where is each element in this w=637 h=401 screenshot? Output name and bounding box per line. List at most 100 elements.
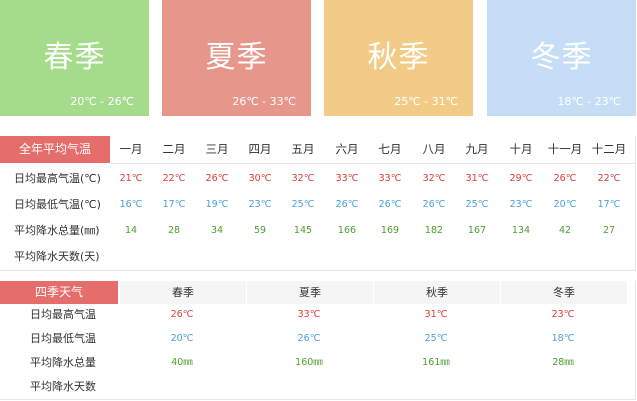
season-cell: 18℃ — [551, 333, 575, 344]
month-header: 九月 — [465, 142, 489, 156]
annual-cell: 27 — [602, 225, 616, 236]
season-card-range: 18℃ - 23℃ — [557, 95, 621, 108]
annual-temperature-table: 全年平均气温 一月 二月 三月 四月 五月 六月 七月 八月 九月 十月 十一月 十二月日均最高气温(… — [0, 136, 636, 271]
month-header: 七月 — [378, 142, 402, 156]
month-header: 三月 — [205, 142, 229, 156]
annual-cell: 16℃ — [119, 199, 143, 210]
annual-cell: 182 — [424, 225, 444, 236]
annual-cell: 59 — [253, 225, 267, 236]
season-row-label: 平均降水总量 — [30, 356, 96, 369]
annual-row-label: 平均降水天数(天) — [14, 250, 100, 263]
annual-cell — [239, 244, 281, 270]
season-cell: 26℃ — [170, 309, 194, 320]
season-column-header: 春季 — [119, 281, 246, 304]
season-cell: 20℃ — [170, 333, 194, 344]
annual-cell — [500, 244, 542, 270]
annual-cell: 134 — [511, 225, 531, 236]
season-row-label: 日均最高气温 — [30, 308, 96, 321]
season-row-label: 日均最低气温 — [30, 332, 96, 345]
season-cell: 161㎜ — [422, 357, 450, 368]
season-row-label: 平均降水天数 — [30, 380, 96, 393]
annual-cell: 26℃ — [335, 199, 359, 210]
season-card-range: 20℃ - 26℃ — [70, 95, 134, 108]
annual-cell — [282, 244, 324, 270]
annual-cell: 32℃ — [422, 173, 446, 184]
month-header: 一月 — [119, 142, 143, 156]
annual-cell: 28 — [167, 225, 181, 236]
season-column-header: 夏季 — [246, 281, 373, 304]
month-header: 八月 — [422, 142, 446, 156]
annual-cell: 29℃ — [509, 173, 533, 184]
annual-cell: 14 — [124, 225, 138, 236]
season-card-name: 冬季 — [530, 40, 593, 75]
season-card-range: 25℃ - 31℃ — [394, 95, 458, 108]
season-card[interactable]: 冬季 18℃ - 23℃ — [487, 0, 636, 116]
annual-cell: 26℃ — [422, 199, 446, 210]
annual-cell: 20℃ — [553, 199, 577, 210]
season-cell: 23℃ — [551, 309, 575, 320]
season-column-header: 冬季 — [500, 281, 627, 304]
annual-cell: 22℃ — [597, 173, 621, 184]
season-cell: 26℃ — [297, 333, 321, 344]
annual-cell — [544, 244, 586, 270]
season-cell: 31℃ — [424, 309, 448, 320]
annual-cell: 33℃ — [378, 173, 402, 184]
season-cell — [373, 375, 499, 399]
month-header: 十二月 — [591, 142, 627, 156]
season-card-name: 夏季 — [205, 40, 268, 75]
season-card[interactable]: 秋季 25℃ - 31℃ — [324, 0, 473, 116]
annual-cell — [110, 244, 152, 270]
season-column-header: 秋季 — [373, 281, 500, 304]
seasons-table-title: 四季天气 — [0, 281, 118, 304]
annual-cell: 32℃ — [291, 173, 315, 184]
season-cell — [119, 375, 245, 399]
annual-cell: 33℃ — [335, 173, 359, 184]
season-card[interactable]: 春季 20℃ - 26℃ — [0, 0, 149, 116]
annual-table-title: 全年平均气温 — [0, 136, 110, 163]
season-cell: 25℃ — [424, 333, 448, 344]
season-card-name: 春季 — [43, 40, 106, 75]
annual-row-label: 平均降水总量(㎜) — [14, 224, 100, 237]
season-cell: 28㎜ — [552, 357, 574, 368]
season-cell — [500, 375, 626, 399]
annual-cell: 31℃ — [465, 173, 489, 184]
annual-row-label: 日均最低气温(℃) — [14, 198, 101, 211]
annual-row-label: 日均最高气温(℃) — [14, 172, 101, 185]
annual-cell: 22℃ — [162, 173, 186, 184]
annual-cell: 26℃ — [553, 173, 577, 184]
annual-cell: 17℃ — [597, 199, 621, 210]
season-cards: 春季 20℃ - 26℃ 夏季 26℃ - 33℃ 秋季 25℃ - 31℃ 冬季 18℃ -… — [0, 0, 637, 118]
month-header: 十一月 — [547, 142, 583, 156]
annual-cell: 17℃ — [162, 199, 186, 210]
annual-cell: 19℃ — [205, 199, 229, 210]
annual-cell — [369, 244, 411, 270]
annual-cell: 145 — [293, 225, 313, 236]
annual-cell: 26℃ — [378, 199, 402, 210]
season-cell: 33℃ — [297, 309, 321, 320]
month-header: 四月 — [248, 142, 272, 156]
annual-cell: 23℃ — [509, 199, 533, 210]
annual-cell: 34 — [210, 225, 224, 236]
month-header: 五月 — [291, 142, 315, 156]
annual-cell — [196, 244, 238, 270]
annual-cell: 42 — [558, 225, 572, 236]
annual-cell — [153, 244, 195, 270]
annual-cell — [456, 244, 498, 270]
month-header: 二月 — [162, 142, 186, 156]
month-header: 六月 — [335, 142, 359, 156]
annual-cell: 169 — [380, 225, 400, 236]
annual-cell: 21℃ — [119, 173, 143, 184]
season-cell: 160㎜ — [295, 357, 323, 368]
annual-cell: 25℃ — [291, 199, 315, 210]
month-header: 十月 — [509, 142, 533, 156]
season-card-name: 秋季 — [367, 40, 430, 75]
annual-cell — [413, 244, 455, 270]
annual-cell: 25℃ — [465, 199, 489, 210]
season-card-range: 26℃ - 33℃ — [232, 95, 296, 108]
annual-cell — [588, 244, 630, 270]
annual-cell: 23℃ — [248, 199, 272, 210]
season-cell: 40㎜ — [171, 357, 193, 368]
annual-cell: 30℃ — [248, 173, 272, 184]
season-card[interactable]: 夏季 26℃ - 33℃ — [162, 0, 311, 116]
annual-cell — [326, 244, 368, 270]
